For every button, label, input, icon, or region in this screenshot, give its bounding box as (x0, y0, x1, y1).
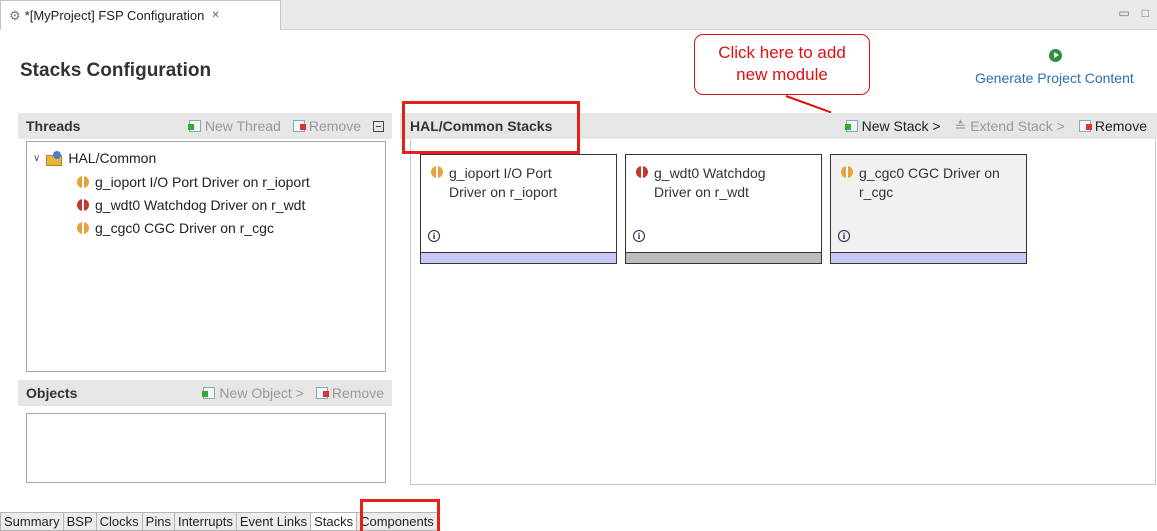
new-object-button[interactable]: New Object > (202, 385, 304, 401)
thread-folder-icon (46, 151, 63, 166)
new-stack-button[interactable]: New Stack > (844, 118, 941, 134)
tab-summary[interactable]: Summary (0, 512, 64, 531)
tab-stacks[interactable]: Stacks (311, 512, 358, 531)
threads-pane-header: Threads New Thread Remove (18, 113, 392, 139)
threads-title: Threads (26, 118, 81, 134)
remove-stack-label: Remove (1094, 118, 1147, 134)
generate-project-content-button[interactable]: Generate Project Content (975, 70, 1134, 86)
remove-icon (1078, 120, 1092, 132)
remove-object-label: Remove (331, 385, 384, 401)
remove-thread-label: Remove (308, 118, 361, 134)
new-object-icon (202, 387, 216, 399)
new-thread-label: New Thread (204, 118, 281, 134)
close-icon[interactable]: ✕ (211, 10, 219, 21)
minimize-icon[interactable]: ▭ (1118, 6, 1129, 20)
card-status-bar (421, 252, 616, 263)
tab-bsp[interactable]: BSP (63, 512, 97, 531)
page-title: Stacks Configuration (20, 60, 212, 81)
generate-run-icon[interactable] (1049, 49, 1062, 62)
new-object-label: New Object > (219, 385, 304, 401)
card-status-bar (626, 252, 821, 263)
remove-thread-button[interactable]: Remove (292, 118, 361, 134)
extend-stack-icon: ≛ (954, 117, 967, 134)
editor-tab[interactable]: ⚙ *[MyProject] FSP Configuration ✕ (0, 0, 281, 30)
remove-stack-button[interactable]: Remove (1078, 118, 1147, 134)
chevron-down-icon[interactable]: ∨ (33, 153, 40, 164)
stack-card-ioport[interactable]: g_ioport I/O Port Driver on r_ioport i (420, 154, 617, 264)
remove-icon (315, 387, 329, 399)
tree-item-label: g_wdt0 Watchdog Driver on r_wdt (95, 197, 306, 213)
new-thread-icon (187, 120, 201, 132)
stack-card-wdt[interactable]: g_wdt0 Watchdog Driver on r_wdt i (625, 154, 822, 264)
tree-item-ioport[interactable]: g_ioport I/O Port Driver on r_ioport (77, 174, 310, 190)
remove-icon (292, 120, 306, 132)
tab-pins[interactable]: Pins (142, 512, 175, 531)
info-icon[interactable]: i (838, 230, 850, 242)
objects-pane-header: Objects New Object > Remove (18, 380, 392, 406)
callout-line-2: new module (736, 65, 828, 84)
card-line-1: g_wdt0 Watchdog (654, 165, 766, 181)
tab-event-links[interactable]: Event Links (236, 512, 312, 531)
tree-item-cgc[interactable]: g_cgc0 CGC Driver on r_cgc (77, 220, 274, 236)
module-icon (77, 199, 89, 211)
module-icon (77, 222, 89, 234)
tree-root-label: HAL/Common (68, 150, 157, 166)
extend-stack-label: Extend Stack > (970, 118, 1065, 134)
info-icon[interactable]: i (428, 230, 440, 242)
tree-item-wdt[interactable]: g_wdt0 Watchdog Driver on r_wdt (77, 197, 305, 213)
highlight-box-stacks-tab (360, 499, 440, 531)
tree-item-hal-common[interactable]: ∨ HAL/Common (33, 150, 156, 166)
objects-list (26, 413, 386, 483)
collapse-all-icon[interactable] (373, 120, 384, 132)
editor-tab-strip (281, 0, 1157, 30)
module-icon (431, 166, 443, 178)
module-icon (841, 166, 853, 178)
module-icon (636, 166, 648, 178)
card-line-1: g_cgc0 CGC Driver on (859, 165, 1000, 181)
card-line-2: r_cgc (859, 184, 894, 200)
card-line-1: g_ioport I/O Port (449, 165, 552, 181)
window-controls: ▭ □ (1118, 6, 1149, 20)
stack-card-cgc[interactable]: g_cgc0 CGC Driver on r_cgc i (830, 154, 1027, 264)
gear-icon: ⚙ (9, 7, 21, 23)
card-line-2: Driver on r_ioport (449, 184, 558, 200)
new-stack-label: New Stack > (861, 118, 941, 134)
highlight-box-stacks-title (402, 101, 580, 154)
callout-line-1: Click here to add (718, 43, 846, 62)
tree-item-label: g_cgc0 CGC Driver on r_cgc (95, 220, 274, 236)
info-icon[interactable]: i (633, 230, 645, 242)
card-line-2: Driver on r_wdt (654, 184, 749, 200)
objects-title: Objects (26, 385, 78, 401)
remove-object-button[interactable]: Remove (315, 385, 384, 401)
callout-pointer (785, 95, 832, 114)
new-thread-button[interactable]: New Thread (187, 118, 281, 134)
card-status-bar (831, 252, 1026, 263)
maximize-icon[interactable]: □ (1142, 6, 1149, 20)
callout-annotation: Click here to add new module (694, 34, 870, 95)
extend-stack-button[interactable]: ≛ Extend Stack > (955, 118, 1065, 135)
threads-tree: ∨ HAL/Common g_ioport I/O Port Driver on… (26, 141, 386, 372)
module-icon (77, 176, 89, 188)
tab-clocks[interactable]: Clocks (96, 512, 143, 531)
tree-item-label: g_ioport I/O Port Driver on r_ioport (95, 174, 310, 190)
tab-interrupts[interactable]: Interrupts (174, 512, 237, 531)
new-stack-icon (844, 120, 858, 132)
editor-tab-title: *[MyProject] FSP Configuration (24, 8, 205, 23)
